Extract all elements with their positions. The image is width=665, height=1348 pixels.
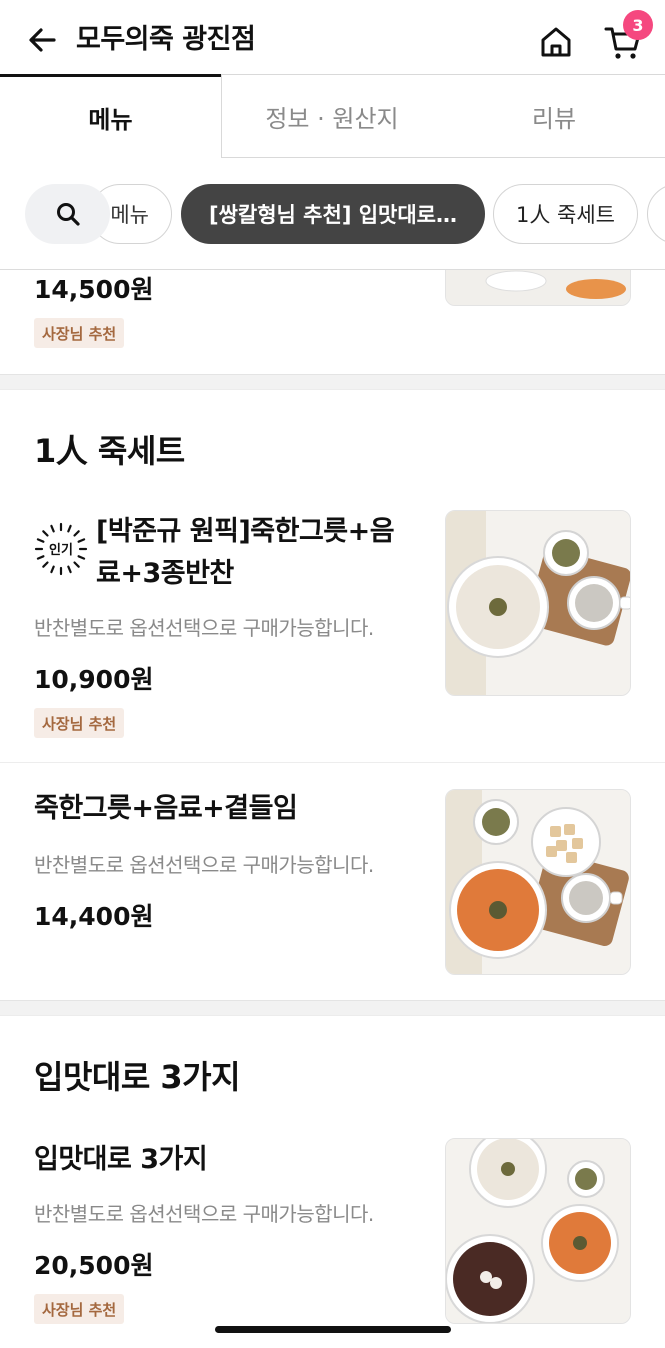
chip-recommended[interactable]: [쌍칼형님 추천] 입맛대로… (181, 184, 485, 244)
back-button[interactable] (22, 20, 62, 60)
back-arrow-icon (29, 28, 56, 52)
section-title: 1人 죽세트 (34, 432, 185, 470)
section-title: 입맛대로 3가지 (34, 1058, 241, 1096)
owner-recommend-badge: 사장님 추천 (34, 1294, 125, 1324)
tab-review[interactable]: 리뷰 (442, 99, 665, 134)
owner-recommend-badge: 사장님 추천 (34, 708, 125, 738)
item-name: 죽한그릇+음료+곁들임 (34, 793, 298, 824)
item-description: 반찬별도로 옵션선택으로 구매가능합니다. (34, 1202, 374, 1226)
tab-menu[interactable]: 메뉴 (0, 74, 221, 158)
item-price: 10,900원 (34, 665, 154, 694)
chip-single-set[interactable]: 1人 죽세트 (493, 184, 638, 244)
item-description: 반찬별도로 옵션선택으로 구매가능합니다. (34, 853, 374, 877)
menu-item[interactable]: 죽한그릇+음료+곁들임 반찬별도로 옵션선택으로 구매가능합니다. 14,400… (0, 763, 665, 999)
section-separator (0, 1000, 665, 1016)
tab-info-origin[interactable]: 정보 · 원산지 (222, 99, 442, 134)
menu-item-partial[interactable]: 14,500원 사장님 추천 (0, 270, 665, 374)
tab-group-right: 정보 · 원산지 리뷰 (221, 74, 665, 158)
owner-recommend-badge: 사장님 추천 (34, 318, 125, 348)
porridge-photo-icon (446, 270, 630, 305)
menu-item[interactable]: 인기 [박준규 원픽]죽한그릇+음 료+3종반찬 반찬별도로 옵션선택으로 구매… (0, 506, 665, 762)
item-thumbnail (445, 789, 631, 975)
section-separator (0, 374, 665, 390)
item-name-line2: 료+3종반찬 (96, 558, 234, 589)
popular-label: 인기 (49, 543, 73, 558)
menu-item[interactable]: 입맛대로 3가지 반찬별도로 옵션선택으로 구매가능합니다. 20,500원 사… (0, 1134, 665, 1348)
item-thumbnail (445, 510, 631, 696)
chip-next-partial[interactable] (647, 184, 665, 244)
chip-recommended-label: [쌍칼형님 추천] 입맛대로… (208, 203, 458, 227)
category-chip-bar[interactable]: 메뉴 [쌍칼형님 추천] 입맛대로… 1人 죽세트 (0, 158, 665, 270)
item-name-line1: [박준규 원픽]죽한그릇+음 (96, 516, 395, 547)
app-header: 모두의죽 광진점 3 (0, 0, 665, 78)
search-icon (56, 203, 80, 226)
porridge-photo-icon (446, 511, 630, 695)
menu-search-button[interactable] (25, 184, 110, 244)
store-tabs: 메뉴 정보 · 원산지 리뷰 (0, 74, 665, 158)
item-description: 반찬별도로 옵션선택으로 구매가능합니다. (34, 616, 374, 640)
porridge-photo-icon (446, 790, 630, 974)
item-price: 20,500원 (34, 1251, 154, 1280)
home-indicator (215, 1326, 451, 1333)
home-button[interactable] (534, 20, 578, 64)
item-price: 14,500원 (34, 275, 154, 304)
item-thumbnail (445, 270, 631, 306)
store-title: 모두의죽 광진점 (76, 24, 256, 55)
cart-count-badge: 3 (623, 10, 653, 40)
item-price: 14,400원 (34, 902, 154, 931)
item-thumbnail (445, 1138, 631, 1324)
menu-list[interactable]: 14,500원 사장님 추천 1人 죽세트 인기 [박준규 원픽]죽한그릇+음 … (0, 270, 665, 1348)
porridge-photo-icon (446, 1139, 630, 1323)
home-icon (541, 27, 571, 57)
item-name: 입맛대로 3가지 (34, 1144, 208, 1175)
